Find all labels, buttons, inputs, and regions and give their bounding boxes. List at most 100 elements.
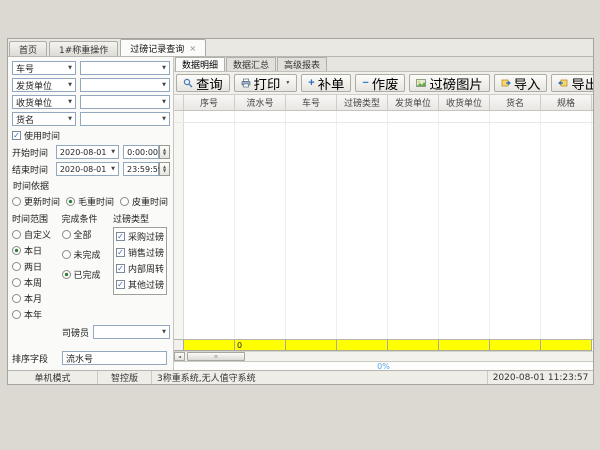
weigher-combo[interactable]: ▼ xyxy=(93,325,170,339)
radio-gross-time-label: 毛重时间 xyxy=(78,195,114,208)
search-icon xyxy=(183,78,193,88)
grid-column-lines xyxy=(174,111,592,339)
radio-all[interactable] xyxy=(62,230,71,239)
end-date-value: 2020-08-01 xyxy=(60,165,107,174)
minus-icon: − xyxy=(362,78,368,89)
radio-tare-time-label: 皮重时间 xyxy=(132,195,168,208)
end-time-input[interactable]: 23:59:59 xyxy=(123,162,159,176)
status-edition-label: 智控版 xyxy=(111,371,138,384)
print-button[interactable]: 打印 ▼ xyxy=(234,74,298,92)
time-basis-options: 更新时间 毛重时间 皮重时间 xyxy=(12,195,170,208)
scrollbar-thumb[interactable]: ≡ xyxy=(187,352,245,361)
export-label: 导出 xyxy=(571,74,593,93)
query-button[interactable]: 查询 xyxy=(176,74,230,92)
horizontal-scrollbar[interactable]: ◄ ≡ xyxy=(174,351,593,361)
export-icon xyxy=(558,78,568,88)
receiver-field-select[interactable]: 收货单位 ▼ xyxy=(12,95,76,109)
tab-record-query[interactable]: 过磅记录查询 × xyxy=(120,39,206,56)
grid-column xyxy=(286,111,337,339)
summary-row-header xyxy=(174,340,184,351)
supplement-button[interactable]: + 补单 xyxy=(301,74,351,92)
sort-field-input[interactable]: 流水号 xyxy=(62,351,167,365)
grid-column xyxy=(388,111,439,339)
start-time-input[interactable]: 0:00:00 xyxy=(123,145,159,159)
vehicle-field-select[interactable]: 车号 ▼ xyxy=(12,61,76,75)
internal-transfer-checkbox[interactable]: ✓ xyxy=(116,264,125,273)
spinner-down-icon: ▼ xyxy=(163,169,166,173)
radio-today-label: 本日 xyxy=(24,244,42,257)
tab-data-detail[interactable]: 数据明细 xyxy=(175,57,225,71)
radio-tare-time[interactable] xyxy=(120,197,129,206)
start-date-value: 2020-08-01 xyxy=(60,148,107,157)
filter-panel: 车号 ▼ ▼ 发货单位 ▼ ▼ xyxy=(8,57,174,370)
other-weigh-label: 其他过磅 xyxy=(128,278,164,291)
receiver-value-combo[interactable]: ▼ xyxy=(80,95,170,109)
vehicle-filter-row: 车号 ▼ ▼ xyxy=(12,61,170,75)
radio-today[interactable] xyxy=(12,246,21,255)
radio-gross-time[interactable] xyxy=(66,197,75,206)
close-tab-icon[interactable]: × xyxy=(189,44,196,53)
tab-advanced-report-label: 高级报表 xyxy=(284,58,320,71)
scroll-left-arrow[interactable]: ◄ xyxy=(174,352,185,361)
end-date-picker[interactable]: 2020-08-01 ▼ xyxy=(56,162,119,176)
records-grid[interactable]: 序号 流水号 车号 过磅类型 发货单位 收货单位 货名 规格 xyxy=(174,95,593,339)
purchase-weigh-checkbox[interactable]: ✓ xyxy=(116,232,125,241)
vehicle-value-combo[interactable]: ▼ xyxy=(80,61,170,75)
start-time-spinner[interactable]: ▲ ▼ xyxy=(159,145,170,159)
supplement-label: 补单 xyxy=(318,74,345,93)
status-datetime: 2020-08-01 11:23:57 xyxy=(488,371,593,384)
use-time-checkbox[interactable]: ✓ xyxy=(12,131,21,140)
finish-state-label: 完成条件 xyxy=(62,212,98,225)
tab-home[interactable]: 首页 xyxy=(9,41,47,56)
col-header-serial-no[interactable]: 流水号 xyxy=(235,95,286,110)
start-time-row: 开始时间 2020-08-01 ▼ 0:00:00 ▲ ▼ xyxy=(12,145,170,159)
grid-column xyxy=(439,111,490,339)
tab-advanced-report[interactable]: 高级报表 xyxy=(277,57,327,71)
radio-this-month[interactable] xyxy=(12,294,21,303)
tab-weighing-operation[interactable]: 1#称重操作 xyxy=(49,41,118,56)
weigh-photos-label: 过磅图片 xyxy=(429,74,482,93)
shipper-field-select[interactable]: 发货单位 ▼ xyxy=(12,78,76,92)
col-header-weigh-type[interactable]: 过磅类型 xyxy=(337,95,388,110)
goods-value-combo[interactable]: ▼ xyxy=(80,112,170,126)
void-button[interactable]: − 作废 xyxy=(355,74,405,92)
radio-two-days[interactable] xyxy=(12,262,21,271)
printer-icon xyxy=(241,78,251,88)
col-header-serial-index[interactable]: 序号 xyxy=(184,95,235,110)
status-mode-label: 单机模式 xyxy=(34,371,70,384)
other-weigh-checkbox[interactable]: ✓ xyxy=(116,280,125,289)
time-basis-label: 时间依据 xyxy=(13,179,170,192)
col-header-goods[interactable]: 货名 xyxy=(490,95,541,110)
shipper-value-combo[interactable]: ▼ xyxy=(80,78,170,92)
col-label: 规格 xyxy=(557,96,575,109)
start-date-picker[interactable]: 2020-08-01 ▼ xyxy=(56,145,119,159)
col-header-vehicle-no[interactable]: 车号 xyxy=(286,95,337,110)
radio-this-year[interactable] xyxy=(12,310,21,319)
col-label: 流水号 xyxy=(246,96,273,109)
import-button[interactable]: 导入 xyxy=(494,74,548,92)
radio-this-week[interactable] xyxy=(12,278,21,287)
col-header-receiver[interactable]: 收货单位 xyxy=(439,95,490,110)
radio-two-days-label: 两日 xyxy=(24,260,42,273)
radio-update-time[interactable] xyxy=(12,197,21,206)
col-label: 车号 xyxy=(302,96,320,109)
radio-unfinished[interactable] xyxy=(62,250,71,259)
radio-finished[interactable] xyxy=(62,270,71,279)
col-label: 序号 xyxy=(200,96,218,109)
end-time-spinner[interactable]: ▲ ▼ xyxy=(159,162,170,176)
end-time-label: 结束时间 xyxy=(12,163,56,176)
col-header-shipper[interactable]: 发货单位 xyxy=(388,95,439,110)
weigher-label: 司磅员 xyxy=(62,326,89,339)
col-header-spec[interactable]: 规格 xyxy=(541,95,592,110)
status-datetime-label: 2020-08-01 11:23:57 xyxy=(493,373,589,383)
export-button[interactable]: 导出 ▼ xyxy=(551,74,593,92)
status-mode: 单机模式 xyxy=(8,371,98,384)
purchase-weigh-label: 采购过磅 xyxy=(128,230,164,243)
weigh-photos-button[interactable]: 过磅图片 xyxy=(409,74,489,92)
goods-field-select[interactable]: 货名 ▼ xyxy=(12,112,76,126)
sale-weigh-checkbox[interactable]: ✓ xyxy=(116,248,125,257)
time-range-label: 时间范围 xyxy=(12,212,48,225)
tab-data-summary[interactable]: 数据汇总 xyxy=(226,57,276,71)
radio-custom[interactable] xyxy=(12,230,21,239)
goods-field-label: 货名 xyxy=(16,113,34,126)
